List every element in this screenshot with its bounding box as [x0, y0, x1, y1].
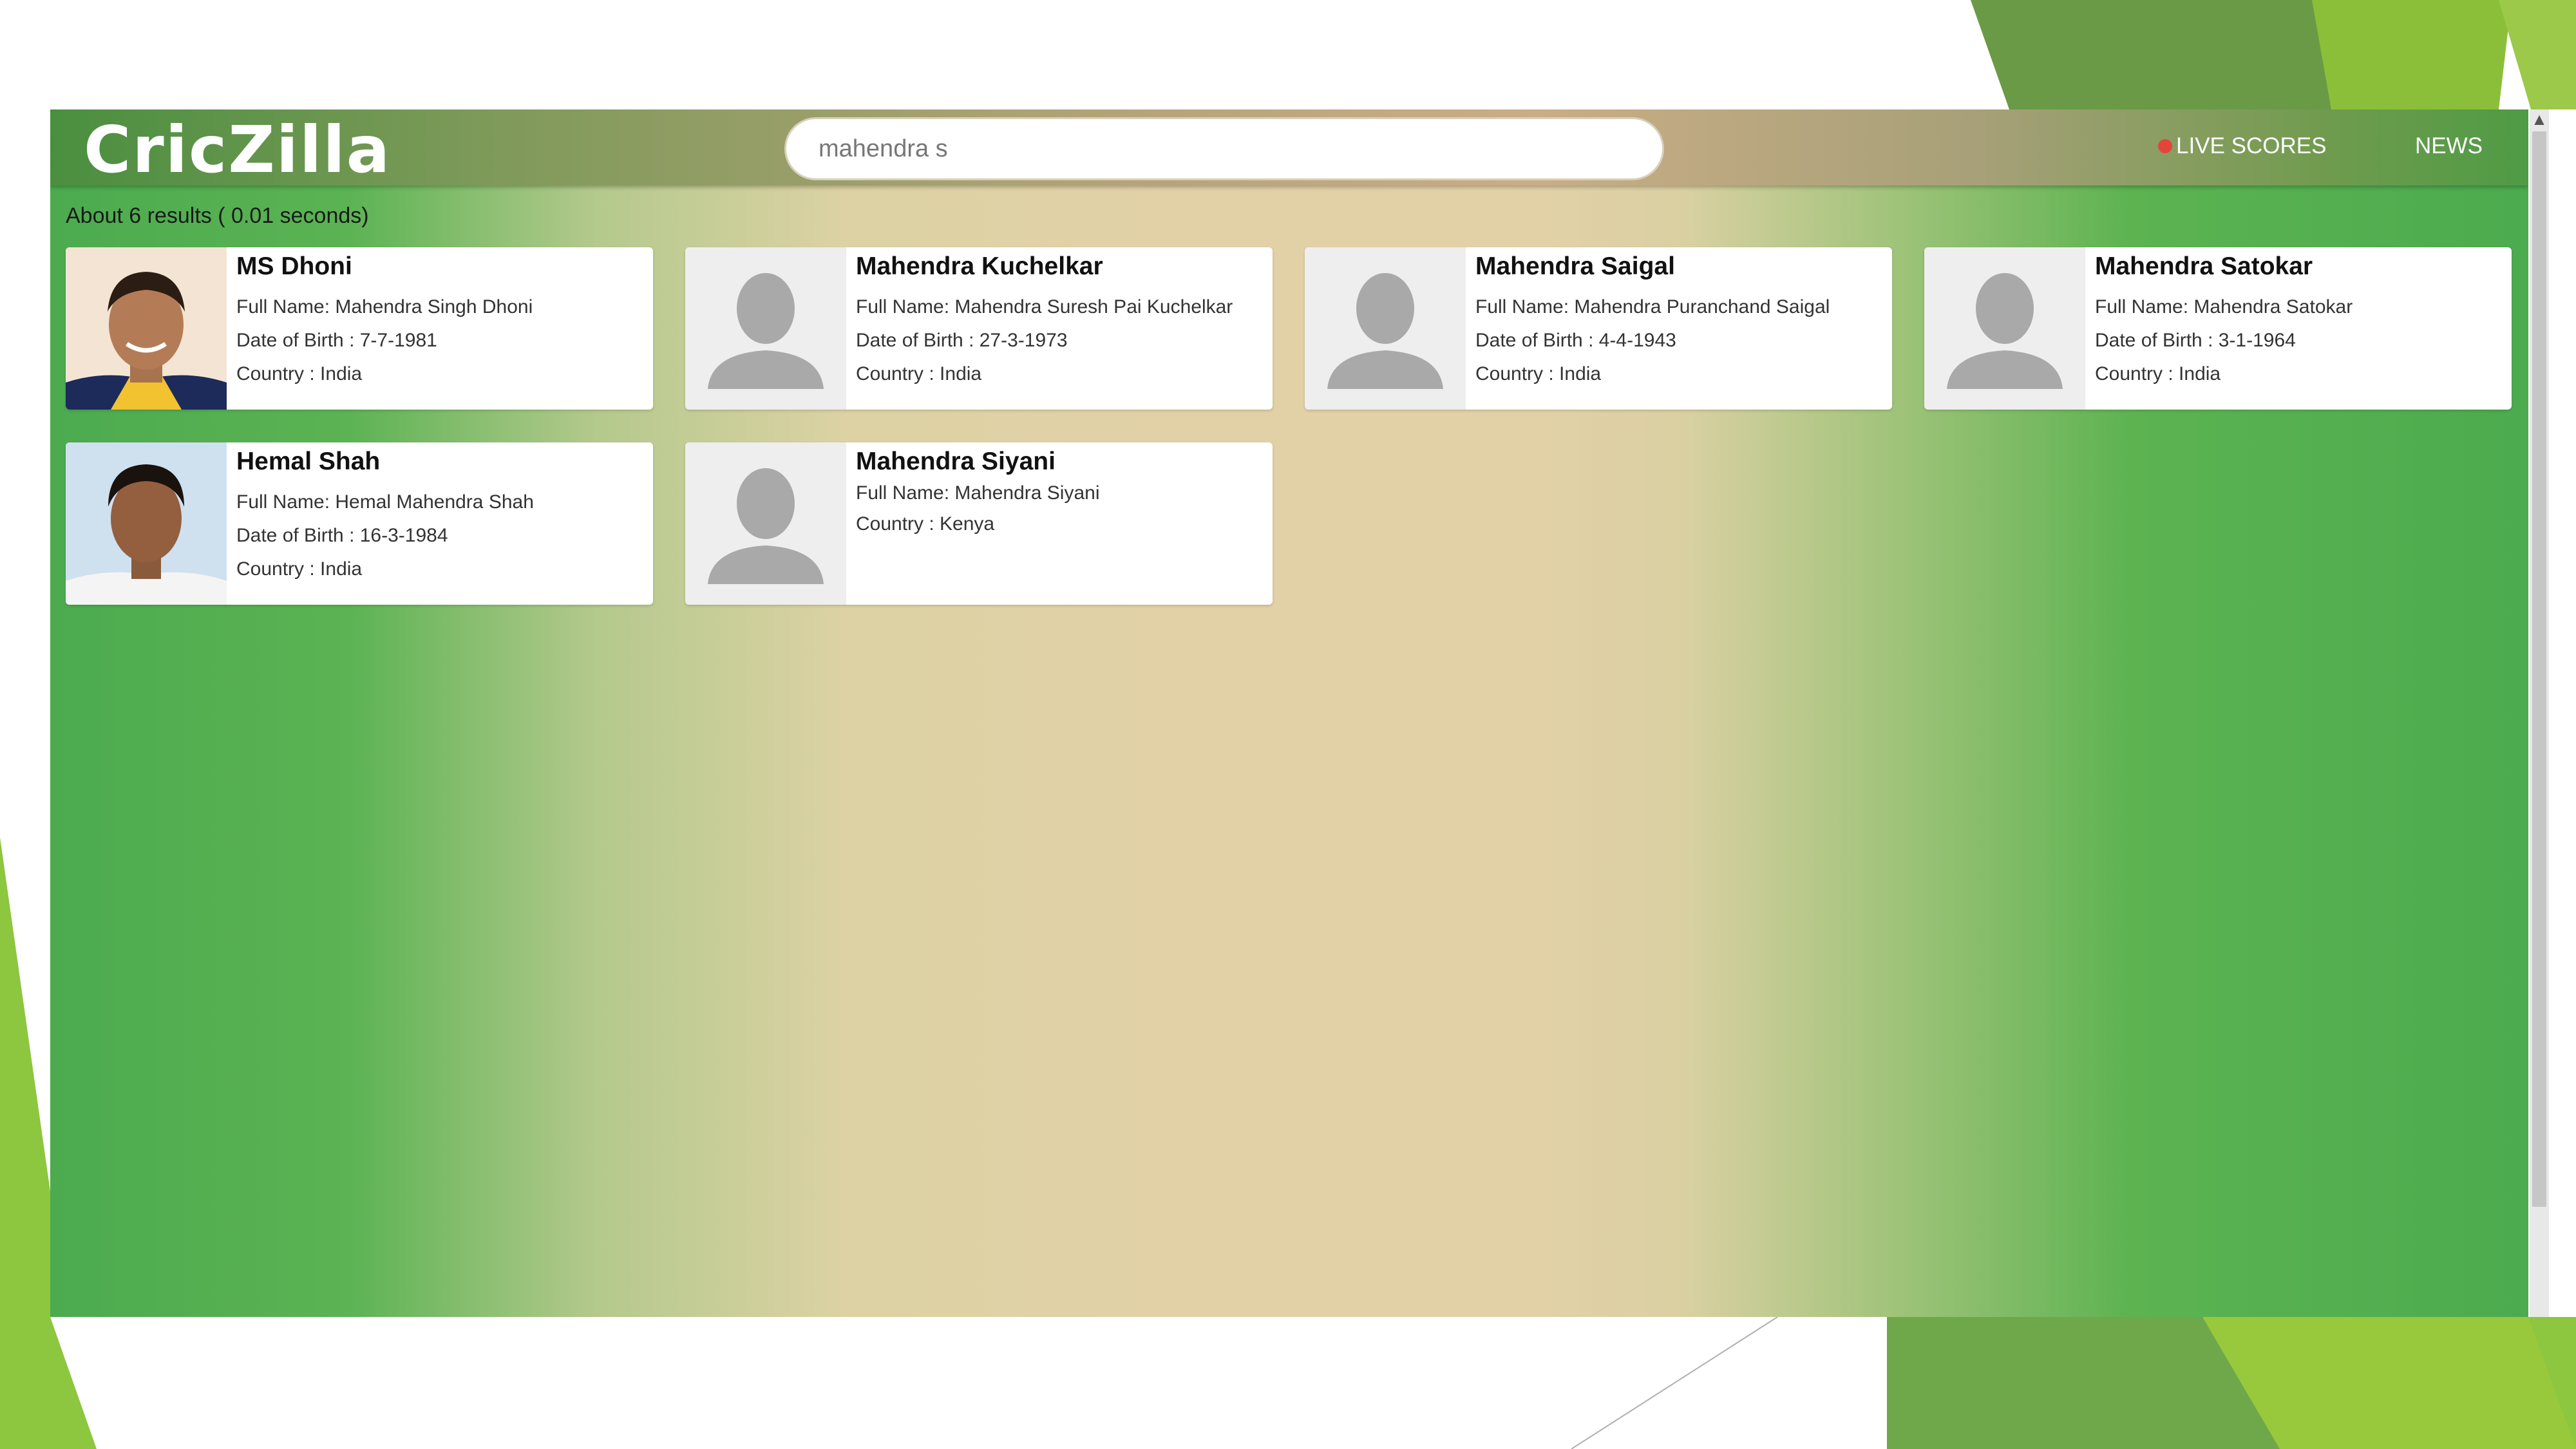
player-card[interactable]: MS Dhoni Full Name: Mahendra Singh Dhoni…	[66, 247, 653, 410]
scroll-up-arrow-icon[interactable]: ▲	[2530, 109, 2549, 129]
player-photo	[66, 247, 227, 410]
vertical-scrollbar[interactable]: ▲	[2530, 109, 2549, 1317]
player-name[interactable]: Mahendra Siyani	[856, 448, 1266, 480]
player-name[interactable]: Hemal Shah	[236, 448, 647, 480]
player-full-name: Full Name: Mahendra Singh Dhoni	[236, 296, 533, 317]
player-card[interactable]: Mahendra Kuchelkar Full Name: Mahendra S…	[685, 247, 1273, 410]
placeholder-avatar-icon	[1305, 247, 1466, 410]
result-summary: About 6 results ( 0.01 seconds)	[66, 204, 369, 228]
player-card[interactable]: Hemal Shah Full Name: Hemal Mahendra Sha…	[66, 442, 653, 605]
player-full-name: Full Name: Hemal Mahendra Shah	[236, 491, 534, 513]
live-scores-link[interactable]: LIVE SCORES	[2158, 130, 2326, 162]
player-card[interactable]: Mahendra Siyani Full Name: Mahendra Siya…	[685, 442, 1273, 605]
player-country: Country : India	[1475, 363, 1602, 384]
player-country: Country : India	[236, 558, 363, 580]
player-full-name: Full Name: Mahendra Puranchand Saigal	[1475, 296, 1830, 317]
player-full-name: Full Name: Mahendra Satokar	[2095, 296, 2353, 317]
player-full-name: Full Name: Mahendra Suresh Pai Kuchelkar	[856, 296, 1233, 317]
news-link[interactable]: NEWS	[2415, 130, 2483, 162]
placeholder-avatar-icon	[1924, 247, 2085, 410]
top-navbar: CricZilla LIVE SCORES NEWS	[50, 109, 2528, 187]
player-country: Country : Kenya	[856, 513, 995, 535]
player-dob: Date of Birth : 4-4-1943	[1475, 330, 1676, 351]
app-logo[interactable]: CricZilla	[84, 112, 391, 187]
player-name[interactable]: Mahendra Satokar	[2095, 252, 2505, 285]
player-country: Country : India	[856, 363, 982, 384]
scrollbar-thumb[interactable]	[2532, 131, 2546, 1207]
live-indicator-icon	[2158, 139, 2172, 153]
player-country: Country : India	[2095, 363, 2221, 384]
player-photo	[66, 442, 227, 605]
player-full-name: Full Name: Mahendra Siyani	[856, 482, 1100, 504]
player-name[interactable]: Mahendra Kuchelkar	[856, 252, 1266, 285]
player-country: Country : India	[236, 363, 363, 384]
app-window: CricZilla LIVE SCORES NEWS About 6 resul…	[50, 109, 2528, 1317]
search-input[interactable]	[784, 117, 1664, 180]
live-scores-label: LIVE SCORES	[2176, 133, 2327, 158]
placeholder-avatar-icon	[685, 442, 846, 605]
player-dob: Date of Birth : 7-7-1981	[236, 330, 437, 351]
player-name[interactable]: Mahendra Saigal	[1475, 252, 1886, 285]
player-dob: Date of Birth : 16-3-1984	[236, 525, 448, 546]
player-card[interactable]: Mahendra Saigal Full Name: Mahendra Pura…	[1305, 247, 1892, 410]
placeholder-avatar-icon	[685, 247, 846, 410]
player-dob: Date of Birth : 27-3-1973	[856, 330, 1068, 351]
player-dob: Date of Birth : 3-1-1964	[2095, 330, 2296, 351]
player-card[interactable]: Mahendra Satokar Full Name: Mahendra Sat…	[1924, 247, 2512, 410]
player-name[interactable]: MS Dhoni	[236, 252, 647, 285]
